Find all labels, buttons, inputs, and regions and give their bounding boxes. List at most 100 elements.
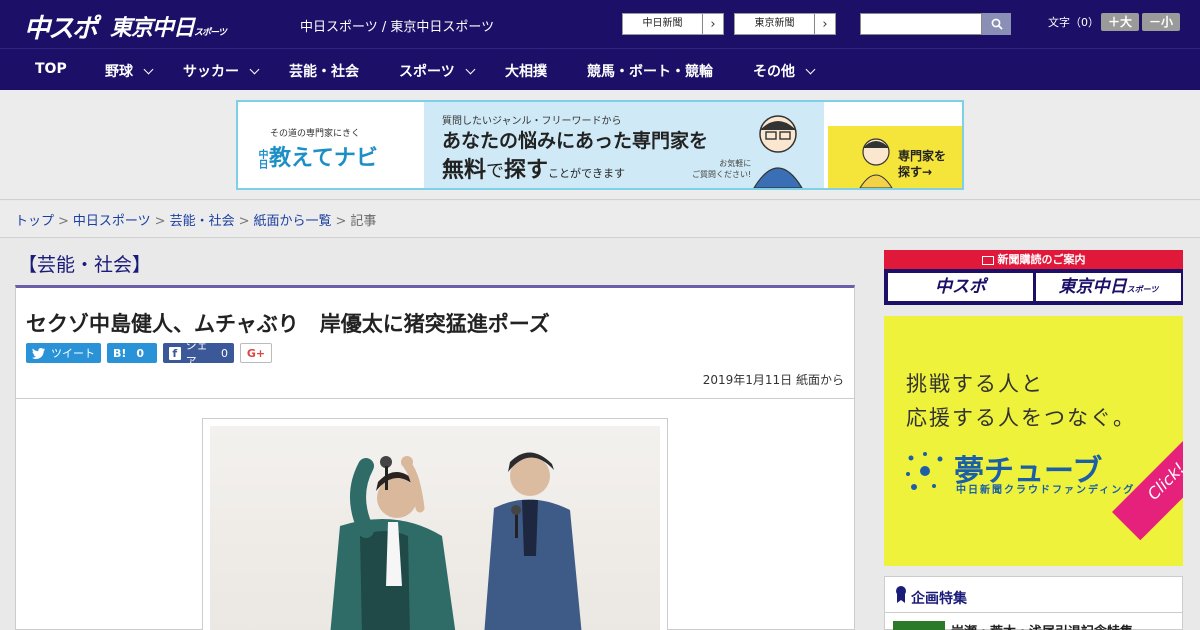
article-photo-frame — [202, 418, 668, 630]
chunichi-shimbun-label: 中日新聞 — [623, 14, 703, 34]
nav-item-top[interactable]: TOP — [35, 61, 67, 77]
search-input[interactable] — [860, 13, 982, 35]
tokyo-shimbun-label: 東京新聞 — [735, 14, 815, 34]
ad-line-3-tail: ことができます — [548, 167, 626, 180]
chevron-right-icon: › — [710, 16, 716, 32]
nav-item-baseball[interactable]: 野球 — [105, 61, 154, 81]
article-category: 【芸能・社会】 — [18, 254, 152, 276]
breadcrumb-current: 記事 — [350, 214, 377, 229]
share-buttons: ツイート B! 0 f シェア 0 G+ — [26, 339, 272, 368]
chevron-down-icon — [143, 64, 154, 75]
facebook-share-label: シェア — [185, 339, 208, 368]
breadcrumb-separator: > — [335, 214, 347, 229]
nav-item-label: その他 — [753, 64, 795, 80]
subscribe-tokyo-chunichi-button[interactable]: 東京中日スポーツ — [1036, 273, 1181, 301]
article-divider — [16, 398, 854, 399]
ribbon-icon — [896, 586, 906, 603]
article-date: 2019年1月11日 紙面から — [702, 373, 844, 387]
nav-item-label: 野球 — [105, 64, 133, 80]
breadcrumb-top[interactable]: トップ — [15, 214, 54, 229]
chunichi-shimbun-button[interactable]: 中日新聞 › — [622, 13, 724, 35]
feature-item-link[interactable]: 岩瀬・荒木・浅尾引退記念特集 — [951, 621, 1133, 630]
ad-logo-text: 教えてナビ — [269, 146, 378, 171]
ad-cta-line-2: 探す→ — [898, 165, 933, 179]
breadcrumb: トップ > 中日スポーツ > 芸能・社会 > 紙面から一覧 > 記事 — [0, 201, 1200, 238]
feature-title: 企画特集 — [911, 591, 967, 607]
hatena-bookmark-button[interactable]: B! 0 — [107, 343, 157, 363]
search-icon — [991, 18, 1003, 30]
ad-left-panel: その道の専門家にきく 中日教えてナビ — [238, 102, 424, 188]
nav-item-entertainment[interactable]: 芸能・社会 — [289, 61, 359, 81]
subscribe-chuspo-button[interactable]: 中スポ — [888, 273, 1033, 301]
article-title: セクゾ中島健人、ムチャぶり 岸優太に猪突猛進ポーズ — [26, 312, 550, 336]
nav-item-soccer[interactable]: サッカー — [183, 61, 260, 81]
expert-illustration-icon — [753, 115, 803, 188]
tokyo-chunichi-logo-main: 東京中日 — [110, 16, 195, 41]
side-ad-line-2: 応援する人をつなぐ。 — [906, 406, 1136, 430]
article-photo[interactable] — [210, 426, 660, 630]
sparkle-dots-icon — [906, 452, 943, 490]
subscribe-tokyo-chunichi-main: 東京中日 — [1058, 277, 1127, 297]
photo-illustration — [330, 452, 582, 630]
google-plus-button[interactable]: G+ — [240, 343, 272, 363]
nav-item-racing[interactable]: 競馬・ボート・競輪 — [587, 61, 713, 81]
chevron-right-icon: › — [822, 16, 828, 32]
font-increase-button[interactable]: ＋大 — [1101, 13, 1139, 31]
breadcrumb-separator: > — [238, 214, 250, 229]
tokyo-shimbun-button[interactable]: 東京新聞 › — [734, 13, 836, 35]
feature-header: 企画特集 — [885, 577, 1182, 613]
ad-cta-text: 専門家を 探す→ — [898, 148, 946, 180]
nav-item-sports[interactable]: スポーツ — [399, 61, 476, 81]
nav-item-other[interactable]: その他 — [753, 61, 816, 81]
ad-logo: 中日教えてナビ — [254, 140, 393, 172]
ad-line-2: あなたの悩みにあった専門家を — [442, 130, 709, 152]
feature-section: 企画特集 岩瀬・荒木・浅尾引退記念特集 — [884, 576, 1183, 630]
ad-line-3: 無料で探すことができます — [442, 152, 625, 184]
top-header-bar: 中スポ 東京中日スポーツ 中日スポーツ / 東京中日スポーツ 中日新聞 › 東京… — [0, 0, 1200, 48]
search-button[interactable] — [982, 13, 1011, 35]
side-ad-subtitle: 中日新聞クラウドファンディング — [956, 485, 1136, 496]
breadcrumb-separator: > — [58, 214, 69, 229]
ad-small-text: その道の専門家にきく — [270, 129, 361, 139]
breadcrumb-chunichi-sports[interactable]: 中日スポーツ — [73, 214, 151, 229]
nav-item-label: TOP — [35, 61, 67, 77]
nav-item-label: 大相撲 — [505, 64, 547, 80]
facebook-count: 0 — [221, 346, 228, 360]
tweet-button[interactable]: ツイート — [26, 343, 101, 363]
chevron-down-icon — [249, 64, 260, 75]
ad-logo-prefix: 中日 — [256, 149, 267, 169]
subscription-heading-text: 新聞購読のご案内 — [997, 253, 1086, 266]
breadcrumb-entertainment[interactable]: 芸能・社会 — [170, 214, 235, 229]
chevron-down-icon — [805, 64, 816, 75]
hatena-icon: B! — [113, 346, 127, 360]
font-decrease-button[interactable]: －小 — [1142, 13, 1180, 31]
twitter-icon — [32, 347, 45, 359]
subscribe-tokyo-chunichi-sub: スポーツ — [1126, 285, 1159, 294]
facebook-icon: f — [169, 346, 181, 360]
ad-line-3-de: で — [486, 161, 505, 182]
tweet-label: ツイート — [51, 347, 95, 360]
nav-item-sumo[interactable]: 大相撲 — [505, 61, 547, 81]
hatena-count: 0 — [136, 346, 145, 360]
oshiete-navi-ad[interactable]: その道の専門家にきく 中日教えてナビ 質問したいジャンル・フリーワードから あな… — [236, 100, 964, 190]
subscription-heading: 新聞購読のご案内 — [884, 250, 1183, 269]
ad-cta-line-1: 専門家を — [898, 149, 947, 163]
facebook-share-button[interactable]: f シェア 0 — [163, 339, 234, 368]
breadcrumb-paper-list[interactable]: 紙面から一覧 — [254, 214, 332, 229]
font-size-label: 文字（0） — [1048, 16, 1099, 29]
nav-item-label: スポーツ — [399, 64, 455, 80]
chevron-down-icon — [465, 64, 476, 75]
article-container: セクゾ中島健人、ムチャぶり 岸優太に猪突猛進ポーズ ツイート B! 0 f シェ… — [15, 285, 855, 630]
tokyo-chunichi-logo[interactable]: 東京中日スポーツ — [110, 10, 227, 42]
yume-tube-ad[interactable]: 挑戦する人と 応援する人をつなぐ。 夢チューブ 中日新聞クラウドファンディング … — [884, 316, 1183, 566]
tokyo-chunichi-logo-sub: スポーツ — [194, 28, 227, 38]
side-ad-line-1: 挑戦する人と — [906, 372, 1044, 396]
newspaper-icon — [981, 255, 994, 265]
nav-item-label: サッカー — [183, 64, 239, 80]
chuspo-logo[interactable]: 中スポ — [24, 8, 98, 45]
ad-line-1: 質問したいジャンル・フリーワードから — [442, 116, 622, 127]
ad-line-3-free: 無料 — [442, 158, 487, 183]
site-names[interactable]: 中日スポーツ / 東京中日スポーツ — [300, 16, 494, 35]
feature-thumbnail[interactable] — [893, 621, 945, 630]
curious-person-icon — [859, 138, 893, 188]
